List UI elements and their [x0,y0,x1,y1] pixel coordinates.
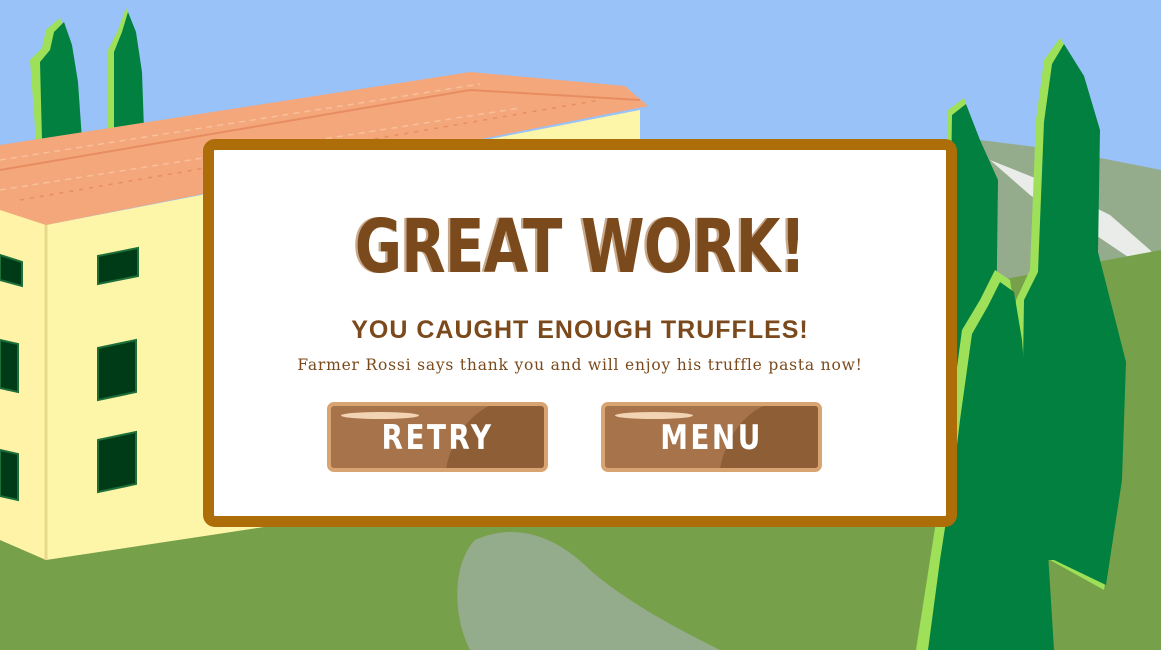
level-complete-dialog: GREAT WORK! YOU CAUGHT ENOUGH TRUFFLES! … [203,139,957,527]
retry-button-label: RETRY [381,418,494,458]
game-scene: GREAT WORK! YOU CAUGHT ENOUGH TRUFFLES! … [0,0,1161,650]
dialog-message: Farmer Rossi says thank you and will enj… [297,356,863,374]
dialog-title: GREAT WORK! [354,204,806,290]
menu-button-label: MENU [660,418,763,458]
dialog-subtitle: YOU CAUGHT ENOUGH TRUFFLES! [351,316,809,344]
retry-button[interactable]: RETRY [327,402,548,472]
menu-button[interactable]: MENU [601,402,822,472]
